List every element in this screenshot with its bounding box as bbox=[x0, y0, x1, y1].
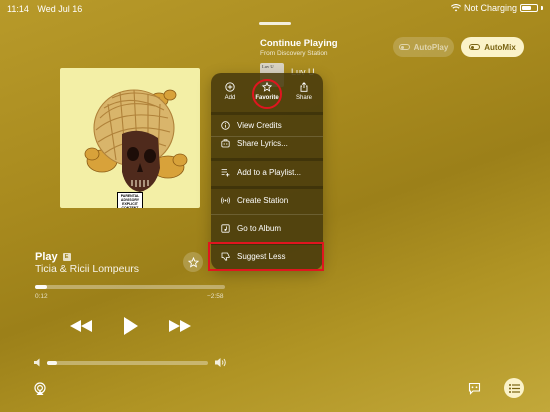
info-icon bbox=[221, 121, 230, 130]
wifi-icon bbox=[450, 4, 461, 12]
menu-item-go-to-album[interactable]: Go to Album bbox=[211, 218, 323, 239]
status-bar: 11:14 Wed Jul 16 Not Charging bbox=[0, 0, 550, 16]
menu-share-button[interactable]: Share bbox=[286, 82, 322, 101]
status-time: 11:14 bbox=[7, 4, 29, 14]
menu-item-label: Add to a Playlist... bbox=[237, 168, 302, 177]
explicit-badge: E bbox=[62, 253, 71, 261]
automix-button[interactable]: AutoMix bbox=[461, 37, 524, 57]
next-track-button[interactable] bbox=[168, 318, 192, 334]
autoplay-label: AutoPlay bbox=[413, 42, 449, 52]
airplay-button[interactable] bbox=[32, 381, 48, 397]
backward-icon bbox=[70, 320, 92, 332]
album-artwork: PARENTAL ADVISORY EXPLICIT CONTENT bbox=[60, 68, 200, 208]
menu-divider bbox=[211, 214, 323, 215]
queue-thumb-label: Luv U bbox=[262, 64, 274, 69]
previous-track-button[interactable] bbox=[69, 318, 93, 334]
star-icon bbox=[187, 256, 199, 268]
status-date: Wed Jul 16 bbox=[37, 4, 83, 14]
favorite-button[interactable] bbox=[183, 252, 203, 272]
song-artist[interactable]: Ticia & Ricii Lompeurs bbox=[35, 263, 139, 275]
menu-item-share-lyrics[interactable]: Share Lyrics... bbox=[211, 133, 323, 154]
play-button[interactable] bbox=[120, 314, 142, 338]
song-title[interactable]: Play bbox=[35, 251, 58, 263]
plus-circle-icon bbox=[225, 82, 235, 92]
volume-low-icon bbox=[34, 358, 40, 367]
queue-grabber[interactable] bbox=[259, 22, 291, 25]
menu-add-button[interactable]: Add bbox=[212, 82, 248, 101]
volume-high-icon bbox=[215, 358, 226, 367]
automix-toggle-icon bbox=[469, 44, 481, 50]
playlist-add-icon bbox=[221, 168, 230, 177]
volume-fill bbox=[47, 361, 57, 365]
menu-divider bbox=[211, 186, 323, 189]
queue-title: Continue Playing bbox=[260, 38, 338, 49]
lyrics-button[interactable] bbox=[466, 380, 482, 396]
menu-item-label: Create Station bbox=[237, 196, 289, 205]
list-icon bbox=[508, 383, 520, 393]
autoplay-toggle-icon bbox=[398, 44, 410, 50]
battery-tip bbox=[541, 6, 543, 10]
charging-status: Not Charging bbox=[463, 3, 517, 13]
favorite-highlight-annotation bbox=[252, 79, 282, 109]
queue-button[interactable] bbox=[504, 378, 524, 398]
menu-item-create-station[interactable]: Create Station bbox=[211, 190, 323, 211]
play-icon bbox=[124, 317, 138, 335]
autoplay-button[interactable]: AutoPlay bbox=[393, 37, 454, 57]
airplay-icon bbox=[34, 382, 46, 395]
forward-icon bbox=[169, 320, 191, 332]
menu-divider bbox=[211, 158, 323, 161]
queue-subtitle: From Discovery Station bbox=[260, 50, 328, 57]
lyrics-icon bbox=[221, 139, 230, 148]
album-icon bbox=[221, 224, 230, 233]
menu-share-label: Share bbox=[295, 95, 312, 101]
menu-item-add-to-playlist[interactable]: Add to a Playlist... bbox=[211, 162, 323, 183]
playback-progress-fill bbox=[35, 285, 48, 289]
status-right: Not Charging bbox=[450, 3, 543, 13]
skull-artwork-illustration bbox=[84, 89, 188, 192]
menu-item-label: Go to Album bbox=[237, 224, 282, 233]
automix-label: AutoMix bbox=[484, 42, 516, 52]
playback-scrubber[interactable] bbox=[35, 285, 225, 289]
parental-advisory-label: PARENTAL ADVISORY EXPLICIT CONTENT bbox=[117, 192, 143, 208]
station-icon bbox=[221, 196, 230, 205]
remaining-time: −2:58 bbox=[207, 293, 224, 300]
song-title-row: Play E bbox=[35, 251, 71, 263]
share-icon bbox=[300, 82, 308, 92]
lyrics-quote-icon bbox=[468, 382, 480, 395]
elapsed-time: 0:12 bbox=[35, 293, 48, 300]
menu-item-label: View Credits bbox=[237, 121, 282, 130]
menu-add-label: Add bbox=[224, 95, 236, 101]
volume-slider[interactable] bbox=[47, 361, 208, 365]
status-left: 11:14 Wed Jul 16 bbox=[7, 4, 88, 14]
suggest-less-highlight-annotation bbox=[208, 242, 324, 271]
battery-icon bbox=[520, 4, 538, 12]
menu-item-label: Share Lyrics... bbox=[237, 139, 288, 148]
